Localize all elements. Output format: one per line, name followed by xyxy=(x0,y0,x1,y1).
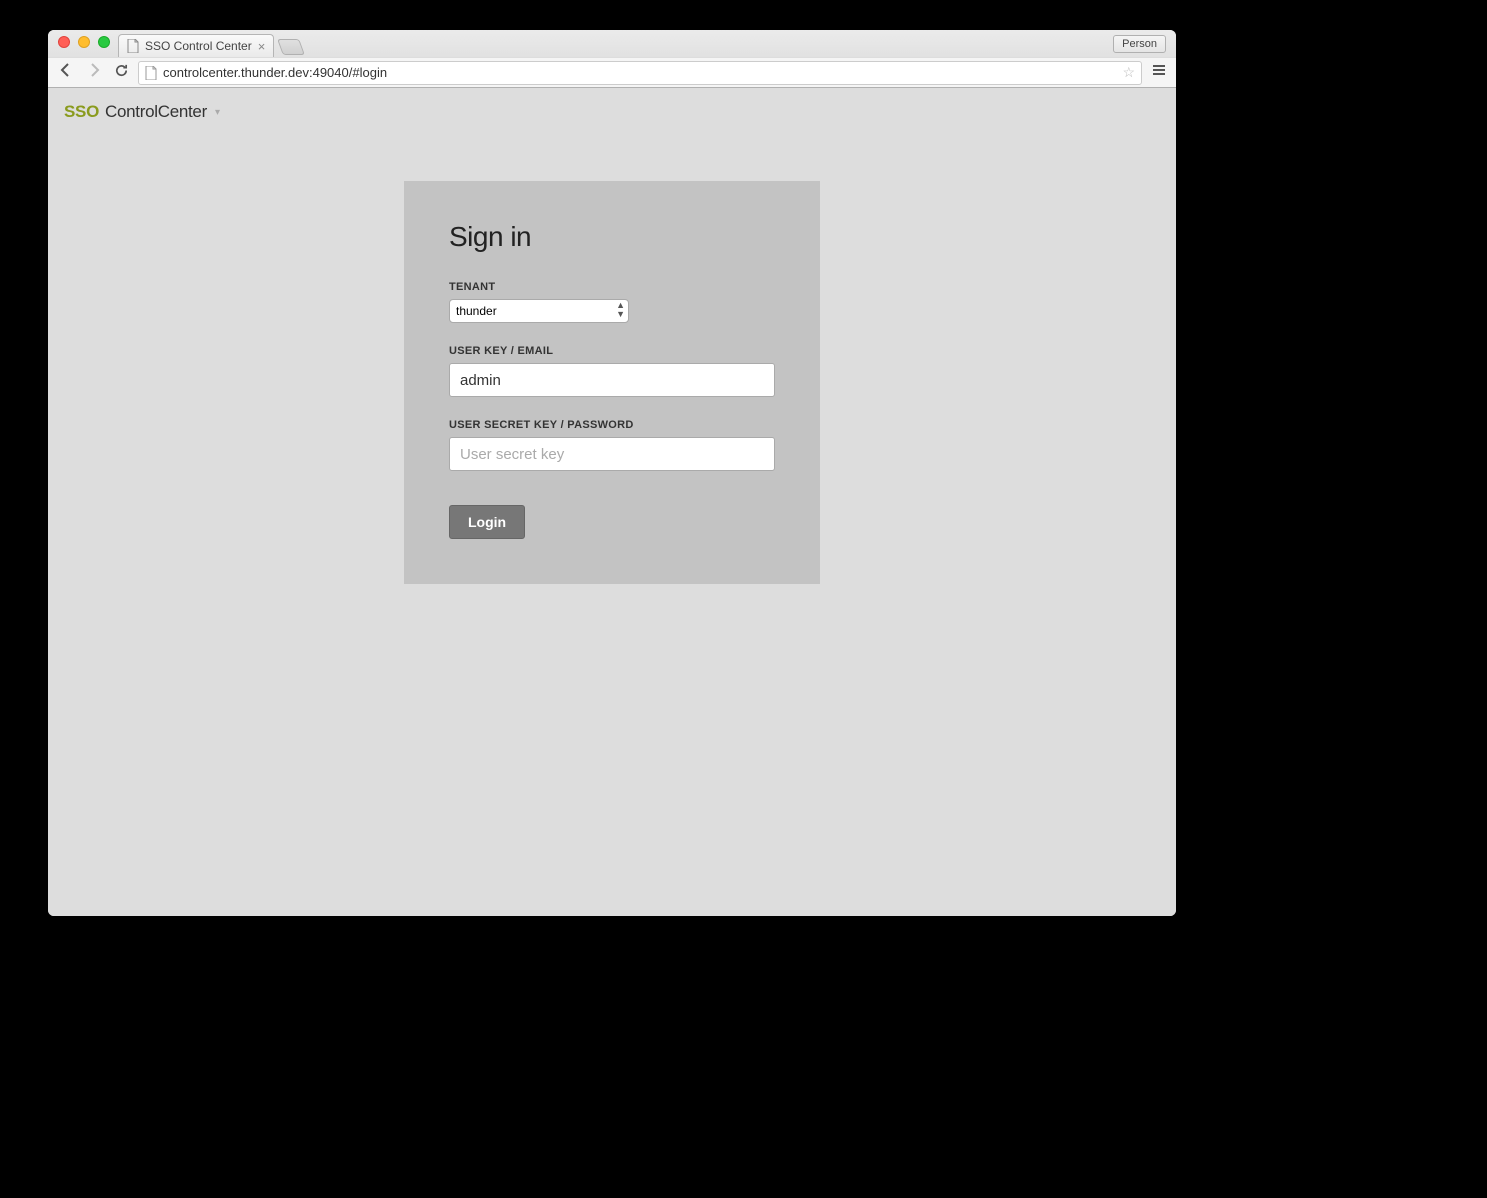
browser-toolbar: controlcenter.thunder.dev:49040/#login ☆ xyxy=(48,57,1176,87)
tenant-label: TENANT xyxy=(449,281,775,293)
window-close-button[interactable] xyxy=(58,36,70,48)
browser-chrome: Person SSO Control Center × xyxy=(48,30,1176,88)
secret-label: USER SECRET KEY / PASSWORD xyxy=(449,419,775,431)
userkey-input[interactable] xyxy=(449,363,775,397)
window-minimize-button[interactable] xyxy=(78,36,90,48)
secret-input[interactable] xyxy=(449,437,775,471)
signin-panel: Sign in TENANT thunder ▲▼ USER KEY / EMA… xyxy=(404,181,820,584)
secret-field-group: USER SECRET KEY / PASSWORD xyxy=(449,419,775,471)
tenant-select-wrap: thunder ▲▼ xyxy=(449,299,629,323)
file-icon xyxy=(127,39,139,53)
traffic-lights xyxy=(58,36,110,48)
tab-close-icon[interactable]: × xyxy=(258,40,266,53)
tenant-field-group: TENANT thunder ▲▼ xyxy=(449,281,775,323)
reload-button[interactable] xyxy=(112,63,130,82)
userkey-field-group: USER KEY / EMAIL xyxy=(449,345,775,397)
page-content: SSO ControlCenter ▾ Sign in TENANT thund… xyxy=(48,88,1176,916)
url-text: controlcenter.thunder.dev:49040/#login xyxy=(163,65,1116,80)
login-button[interactable]: Login xyxy=(449,505,525,539)
tenant-select[interactable]: thunder xyxy=(449,299,629,323)
brand-controlcenter: ControlCenter xyxy=(105,102,207,122)
tab-title: SSO Control Center xyxy=(145,39,252,53)
url-bar[interactable]: controlcenter.thunder.dev:49040/#login ☆ xyxy=(138,61,1142,85)
back-button[interactable] xyxy=(56,62,76,83)
userkey-label: USER KEY / EMAIL xyxy=(449,345,775,357)
app-header: SSO ControlCenter ▾ xyxy=(48,88,1176,136)
hamburger-menu-icon[interactable] xyxy=(1150,62,1168,83)
browser-tab[interactable]: SSO Control Center × xyxy=(118,34,274,57)
brand-dropdown-icon[interactable]: ▾ xyxy=(215,107,220,118)
browser-window: Person SSO Control Center × xyxy=(48,30,1176,916)
signin-title: Sign in xyxy=(449,221,775,253)
brand-sso: SSO xyxy=(64,102,99,122)
file-icon xyxy=(145,66,157,80)
forward-button[interactable] xyxy=(84,62,104,83)
window-zoom-button[interactable] xyxy=(98,36,110,48)
bookmark-star-icon[interactable]: ☆ xyxy=(1122,64,1135,81)
chrome-profile-button[interactable]: Person xyxy=(1113,35,1166,53)
